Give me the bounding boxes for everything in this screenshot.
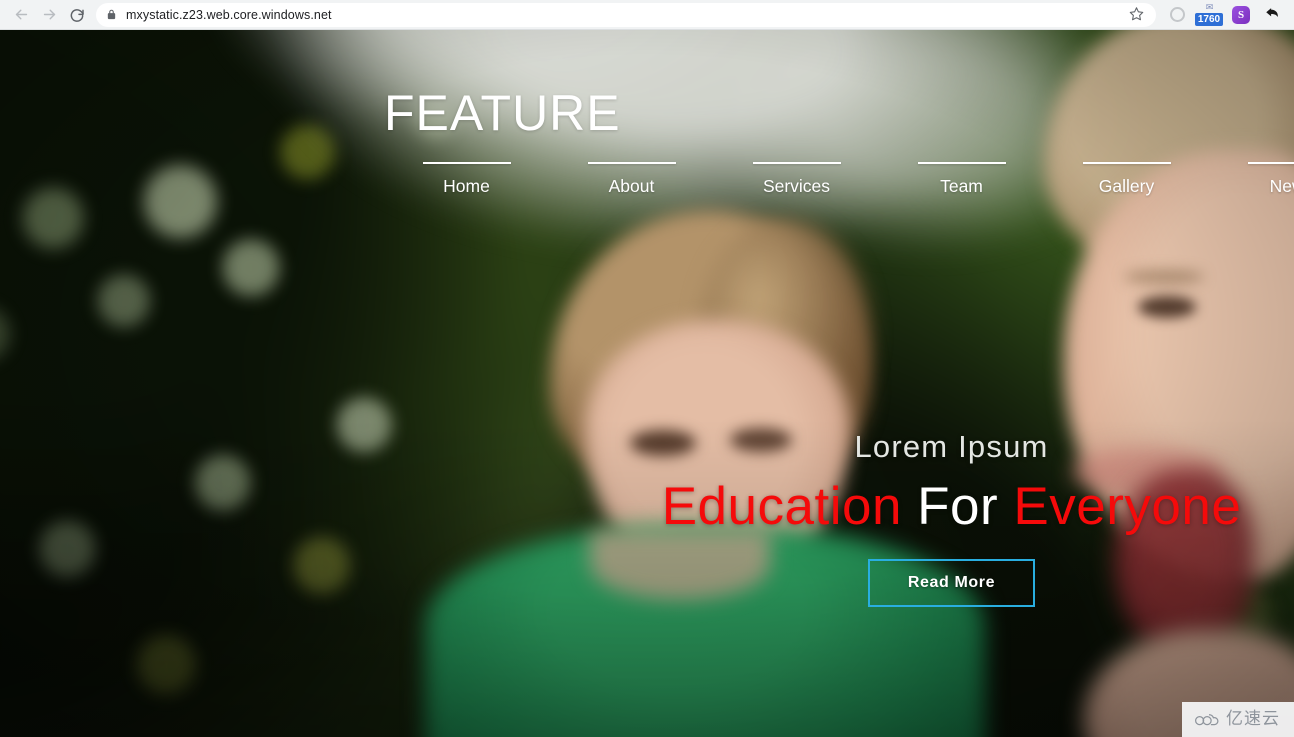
address-bar[interactable]: mxystatic.z23.web.core.windows.net [96, 2, 1156, 27]
hero-title-word-3: Everyone [1013, 477, 1242, 537]
omnibox-actions [1129, 6, 1146, 24]
back-icon[interactable] [8, 2, 34, 28]
nav-item-home[interactable]: Home [384, 162, 549, 196]
reload-icon[interactable] [64, 2, 90, 28]
browser-nav-buttons [0, 2, 90, 28]
unread-count-badge: 1760 [1194, 13, 1224, 26]
star-icon[interactable] [1129, 6, 1146, 24]
cloud-icon [1194, 712, 1219, 728]
url-text: mxystatic.z23.web.core.windows.net [126, 7, 332, 22]
nav-item-services[interactable]: Services [714, 162, 879, 196]
forward-icon[interactable] [36, 2, 62, 28]
hero-title-word-2: For [901, 477, 1014, 537]
web-page: FEATURE Home About Services Team Gallery… [0, 30, 1294, 737]
nav-item-team[interactable]: Team [879, 162, 1044, 196]
watermark: 亿速云 [1182, 702, 1294, 737]
site-logo[interactable]: FEATURE [384, 88, 621, 138]
purple-extension-glyph: S [1232, 5, 1250, 24]
read-more-button[interactable]: Read More [867, 558, 1036, 607]
circle-extension-icon[interactable] [1166, 4, 1188, 26]
nav-item-gallery[interactable]: Gallery [1044, 162, 1209, 196]
nav-item-news[interactable]: News [1209, 162, 1294, 196]
browser-toolbar: mxystatic.z23.web.core.windows.net ✉ 176… [0, 0, 1294, 30]
nav-item-about[interactable]: About [549, 162, 714, 196]
extension-icons: ✉ 1760 S [1166, 2, 1294, 26]
purple-extension-icon[interactable]: S [1230, 4, 1252, 26]
hero-text-block: Lorem Ipsum Education For Everyone Read … [384, 428, 1294, 607]
watermark-text: 亿速云 [1226, 709, 1280, 729]
hero-subtitle: Lorem Ipsum [854, 429, 1049, 464]
hero-title-word-1: Education [661, 477, 902, 537]
mail-counter-extension-icon[interactable]: ✉ 1760 [1194, 2, 1224, 26]
main-navigation: Home About Services Team Gallery News [384, 162, 1294, 196]
envelope-icon: ✉ [1205, 2, 1213, 12]
hero-title: Education For Everyone [384, 479, 1294, 535]
lock-icon [106, 8, 117, 21]
site-content: FEATURE Home About Services Team Gallery… [0, 30, 1294, 737]
undo-extension-icon[interactable] [1262, 4, 1284, 26]
